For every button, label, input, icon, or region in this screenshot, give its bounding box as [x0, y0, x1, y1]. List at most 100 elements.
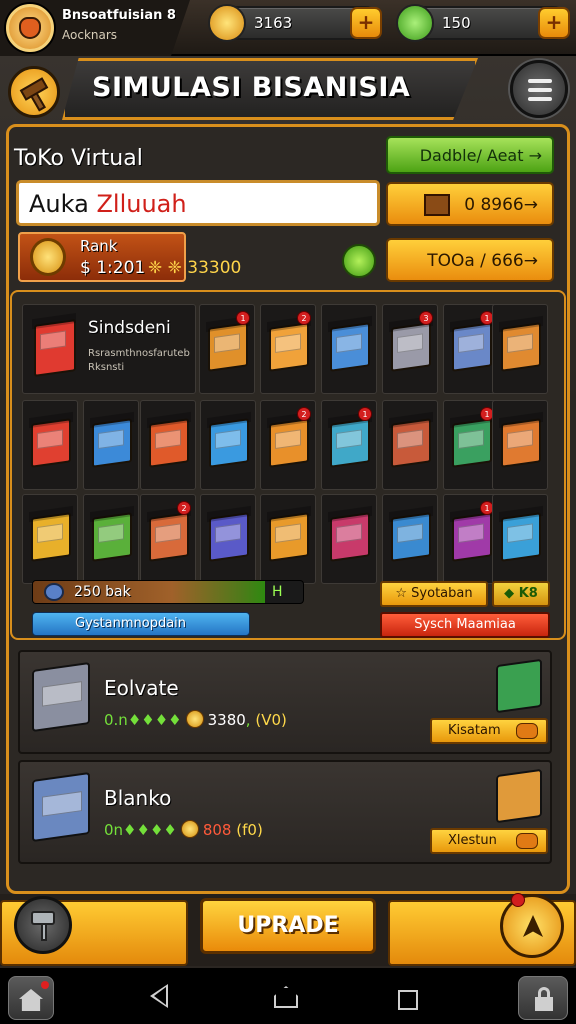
store-icon: [496, 768, 542, 824]
card-button-label: Kisatam: [448, 723, 501, 738]
shop-item-icon: [149, 418, 189, 468]
shop-item-icon: [31, 512, 71, 562]
gem-value: 150: [442, 14, 471, 32]
chest-icon: [424, 194, 450, 216]
shop-cell[interactable]: [83, 400, 139, 490]
shop-cell[interactable]: [200, 400, 256, 490]
shop-item-icon: [92, 418, 132, 468]
menu-icon-line: [528, 97, 552, 101]
upgrade-button[interactable]: UPRADE: [200, 898, 376, 954]
shop-cell[interactable]: [22, 400, 78, 490]
featured-shop-icon: [34, 319, 76, 377]
compass-button[interactable]: [500, 893, 564, 958]
pin-button[interactable]: [14, 896, 72, 954]
shop-cell[interactable]: [22, 494, 78, 584]
rank-coins: ❈ ❈ 33300: [148, 258, 242, 278]
system-yellow-button[interactable]: ☆ Syotaban: [380, 581, 488, 607]
build-button[interactable]: [8, 66, 60, 118]
coin-icon: [180, 820, 199, 838]
globe-icon[interactable]: [342, 244, 376, 278]
card-action-button[interactable]: Xlestun: [430, 828, 548, 854]
add-gold-button[interactable]: +: [350, 7, 382, 39]
shop-cell[interactable]: 1: [321, 400, 377, 490]
add-gems-button[interactable]: +: [538, 7, 570, 39]
progress-label: 250 bak: [74, 584, 131, 600]
coin-icon: [208, 4, 246, 42]
shop-cell[interactable]: [140, 400, 196, 490]
card-title: Eolvate: [104, 676, 179, 700]
shop-item-icon: [269, 512, 309, 562]
shop-cell[interactable]: [382, 400, 438, 490]
shop-cell[interactable]: [492, 494, 548, 584]
back-icon[interactable]: [150, 984, 168, 1008]
shop-cell[interactable]: [321, 304, 377, 394]
shop-item-icon: [209, 418, 249, 468]
system-info-bar[interactable]: Gystanmnopdain: [32, 612, 250, 636]
price-button-1[interactable]: 0 8966→: [386, 182, 554, 226]
shop-item-icon: [452, 418, 492, 468]
card-price: 3380: [207, 711, 246, 729]
shop-cell[interactable]: [200, 494, 256, 584]
card-rate: 0.n♦♦♦♦ 3380, (V0): [104, 710, 287, 729]
shop-cell[interactable]: [260, 494, 316, 584]
player-avatar[interactable]: [6, 4, 54, 52]
shop-item-icon: [452, 512, 492, 562]
shop-item-icon: [209, 512, 249, 562]
progress-end-label: H: [272, 584, 283, 600]
notification-dot: [511, 893, 525, 907]
fox-icon: [19, 17, 41, 39]
card-action-button[interactable]: Kisatam: [430, 718, 548, 744]
gold-value: 3163: [254, 14, 293, 32]
shop-cell[interactable]: 2: [260, 400, 316, 490]
business-card[interactable]: Eolvate 0.n♦♦♦♦ 3380, (V0) Kisatam: [18, 650, 552, 754]
notification-dot: [41, 981, 49, 989]
business-card[interactable]: Blanko 0n♦♦♦♦ 808 (f0) Xlestun: [18, 760, 552, 864]
shop-cell[interactable]: 1: [199, 304, 255, 394]
player-subtitle: Aocknars: [62, 28, 118, 42]
shop-cell[interactable]: 2: [260, 304, 316, 394]
shop-cell[interactable]: 2: [140, 494, 196, 584]
pin-icon-stem: [41, 923, 47, 941]
input-text: Auka: [29, 190, 97, 218]
shop-cell[interactable]: 3: [382, 304, 438, 394]
shop-item-icon: [31, 418, 71, 468]
featured-subtitle-2: Rksnsti: [88, 362, 125, 373]
shop-cell[interactable]: [492, 304, 548, 394]
system-red-button[interactable]: Sysch Maamiaa: [380, 612, 550, 638]
price-button-2[interactable]: TOOa / 666→: [386, 238, 554, 282]
recent-apps-icon[interactable]: [398, 990, 418, 1010]
shop-cell[interactable]: [321, 494, 377, 584]
compass-icon: [523, 915, 543, 937]
shop-cell[interactable]: 1: [443, 400, 499, 490]
card-price-note: (f0): [236, 821, 263, 839]
notification-badge: 1: [236, 311, 250, 325]
rate-value: 0n♦♦♦♦: [104, 821, 177, 839]
shop-item-icon: [269, 418, 309, 468]
home-shortcut[interactable]: [8, 976, 54, 1020]
shop-cell[interactable]: 1: [443, 304, 499, 394]
gem-resource: 150 +: [396, 4, 570, 42]
system-green-button[interactable]: ◆ K8: [492, 581, 550, 607]
menu-icon: [528, 79, 552, 83]
shop-name-input[interactable]: Auka Zlluuah: [16, 180, 380, 226]
shop-building-icon: [32, 661, 90, 733]
lock-icon: [535, 997, 553, 1011]
notification-badge: 3: [419, 311, 433, 325]
gem-icon: [396, 4, 434, 42]
shop-item-icon: [501, 512, 541, 562]
featured-title: Sindsdeni: [88, 318, 171, 338]
menu-button[interactable]: [510, 60, 568, 118]
gold-resource: 3163 +: [208, 4, 382, 42]
shop-cell[interactable]: [492, 400, 548, 490]
shop-cell[interactable]: [83, 494, 139, 584]
card-rate: 0n♦♦♦♦ 808 (f0): [104, 820, 263, 839]
shop-cell[interactable]: [382, 494, 438, 584]
rank-label: Rank: [80, 237, 118, 255]
coin-icon: [185, 710, 204, 728]
shop-item-icon: [149, 512, 189, 562]
shop-cell[interactable]: 1: [443, 494, 499, 584]
home-icon: [19, 989, 43, 1011]
add-asset-button[interactable]: Dadble/ Aeat →: [386, 136, 554, 174]
featured-subtitle: Rsrasmthnosfaruteb: [88, 348, 190, 359]
lock-button[interactable]: [518, 976, 568, 1020]
